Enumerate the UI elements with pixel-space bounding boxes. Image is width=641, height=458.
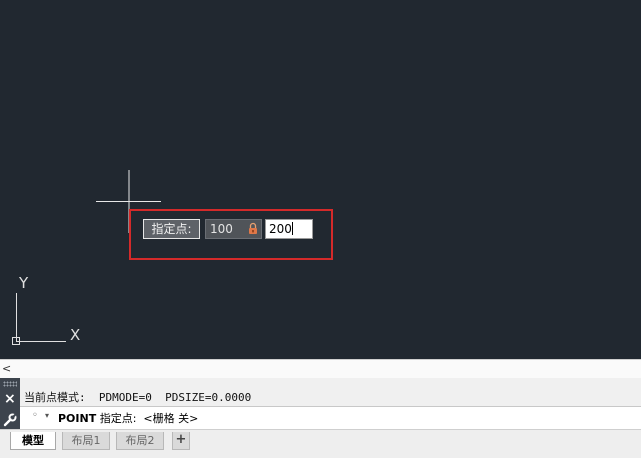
command-prompt-message: 指定点: <栅格 关>	[96, 412, 199, 425]
chevron-down-icon[interactable]: ▾	[45, 411, 49, 420]
tab-layout2[interactable]: 布局2	[116, 432, 164, 450]
tab-model[interactable]: 模型	[10, 432, 56, 450]
command-prompt-text: POINT 指定点: <栅格 关>	[58, 410, 198, 426]
drag-grip-icon[interactable]	[3, 381, 17, 387]
command-window: × 当前点模式: PDMODE=0 PDSIZE=0.0000 ◦ ▾ POIN…	[0, 378, 641, 429]
command-history-line: 当前点模式: PDMODE=0 PDSIZE=0.0000	[24, 391, 252, 404]
command-name: POINT	[58, 412, 97, 425]
horizontal-scrollbar[interactable]: <	[0, 359, 641, 378]
command-window-handle[interactable]: ×	[0, 378, 20, 429]
drawing-viewport[interactable]: 指定点: 100 200 Y X	[0, 0, 641, 359]
wrench-icon[interactable]	[3, 413, 17, 427]
layout-tab-bar: 模型 布局1 布局2 +	[0, 429, 641, 458]
annotation-highlight-box	[129, 209, 333, 260]
add-layout-button[interactable]: +	[172, 432, 190, 450]
ucs-y-label: Y	[18, 274, 29, 292]
close-icon[interactable]: ×	[4, 392, 16, 406]
command-line-input[interactable]: ◦ ▾ POINT 指定点: <栅格 关>	[20, 406, 641, 429]
ucs-x-label: X	[70, 326, 80, 344]
ucs-icon: Y X	[12, 274, 80, 345]
tab-layout1[interactable]: 布局1	[62, 432, 110, 450]
scroll-left-arrow-icon[interactable]: <	[2, 360, 11, 377]
command-recent-icon[interactable]: ◦	[32, 410, 38, 421]
